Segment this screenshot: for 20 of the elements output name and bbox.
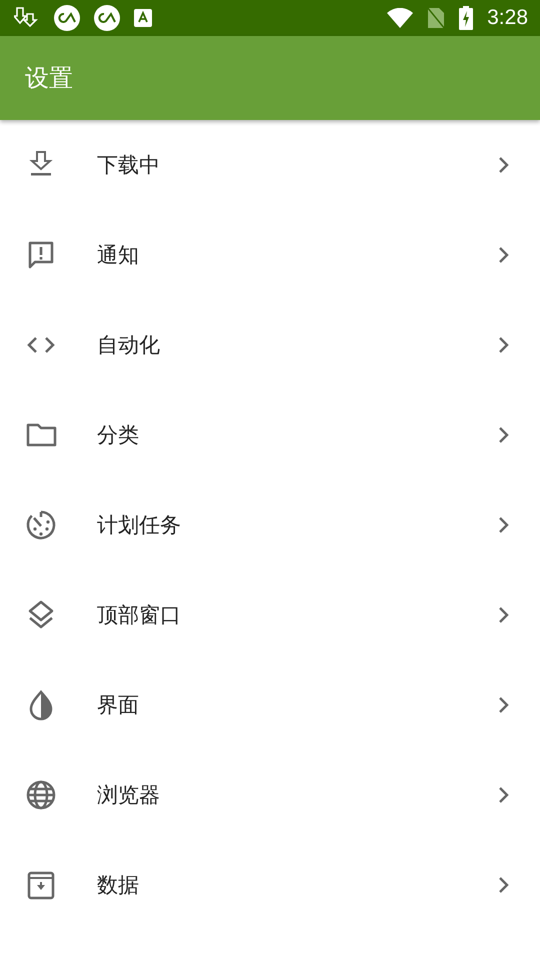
settings-item[interactable]: 浏览器 — [0, 750, 540, 840]
app-bar-title: 设置 — [25, 63, 73, 94]
settings-item[interactable]: 计划任务 — [0, 480, 540, 570]
globe-icon — [24, 778, 58, 812]
settings-item[interactable]: 顶部窗口 — [0, 570, 540, 660]
app-notification-icon — [54, 5, 80, 31]
battery-charging-icon — [459, 6, 474, 30]
settings-item[interactable]: 自动化 — [0, 300, 540, 390]
settings-item[interactable]: 界面 — [0, 660, 540, 750]
settings-item[interactable]: 分类 — [0, 390, 540, 480]
wifi-icon — [387, 8, 414, 28]
download-notification-icon — [14, 6, 40, 30]
app-notification-icon — [94, 5, 120, 31]
font-notification-icon — [134, 9, 152, 27]
settings-item[interactable]: 下载中 — [0, 120, 540, 210]
settings-item[interactable]: 通知 — [0, 210, 540, 300]
settings-item[interactable]: 数据 — [0, 840, 540, 930]
timer-icon — [24, 508, 58, 542]
clock: 3:28 — [487, 6, 528, 30]
no-sim-icon — [427, 7, 446, 29]
